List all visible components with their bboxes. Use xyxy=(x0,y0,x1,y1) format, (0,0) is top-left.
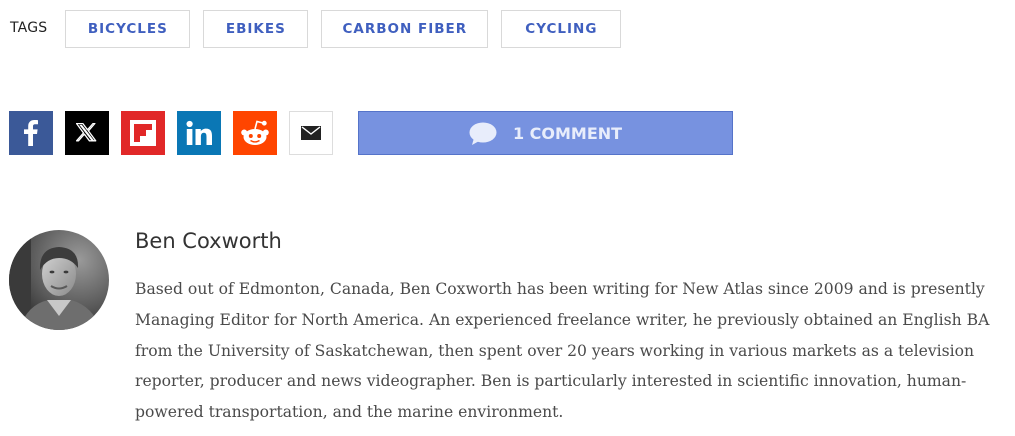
tag-ebikes[interactable]: EBIKES xyxy=(203,10,309,48)
tag-bicycles[interactable]: BICYCLES xyxy=(65,10,191,48)
facebook-icon xyxy=(24,120,38,146)
comments-button[interactable]: 1 COMMENT xyxy=(358,111,733,155)
author-photo xyxy=(9,230,109,330)
x-icon xyxy=(76,123,97,142)
share-linkedin-button[interactable] xyxy=(177,111,221,155)
email-icon xyxy=(301,126,321,140)
reddit-icon xyxy=(241,120,269,145)
flipboard-icon xyxy=(130,120,156,146)
comment-count-label: 1 COMMENT xyxy=(512,123,623,143)
share-email-button[interactable] xyxy=(289,111,333,155)
author-name[interactable]: Ben Coxworth xyxy=(135,229,282,253)
linkedin-icon xyxy=(186,120,212,145)
tags-label: TAGS xyxy=(10,20,48,36)
author-avatar[interactable] xyxy=(9,230,109,330)
tag-carbon-fiber[interactable]: CARBON FIBER xyxy=(321,10,489,48)
share-flipboard-button[interactable] xyxy=(121,111,165,155)
share-bar: 1 COMMENT xyxy=(9,111,733,155)
author-bio: Based out of Edmonton, Canada, Ben Coxwo… xyxy=(135,280,990,422)
share-x-button[interactable] xyxy=(65,111,109,155)
share-facebook-button[interactable] xyxy=(9,111,53,155)
speech-bubble-icon xyxy=(469,122,497,145)
tags-row: TAGS BICYCLES EBIKES CARBON FIBER CYCLIN… xyxy=(10,10,634,48)
tag-cycling[interactable]: CYCLING xyxy=(501,10,622,48)
share-reddit-button[interactable] xyxy=(233,111,277,155)
